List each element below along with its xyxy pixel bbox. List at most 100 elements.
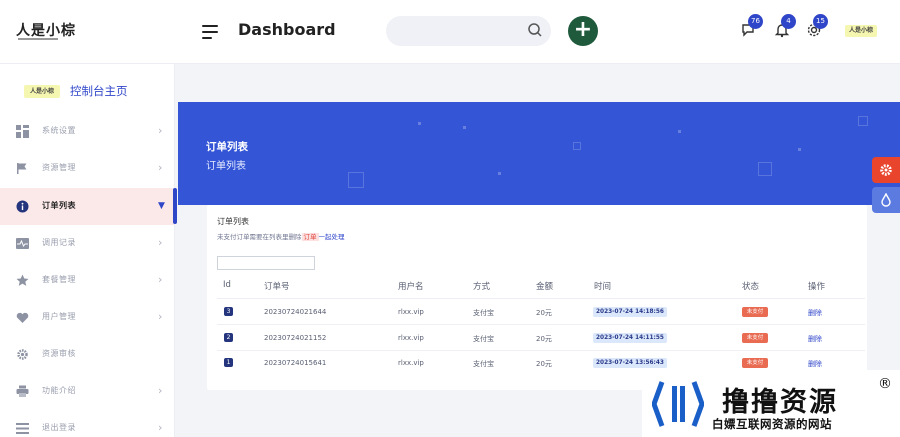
sidebar-scrollbar[interactable] bbox=[173, 188, 177, 224]
column-header-time: 时间 bbox=[594, 282, 612, 292]
decor-square bbox=[758, 162, 772, 176]
row-amount: 20元 bbox=[536, 360, 552, 368]
sidebar-item-label: 套餐管理 bbox=[42, 275, 76, 284]
sidebar-item-label: 资源审核 bbox=[42, 349, 76, 358]
column-header-username: 用户名 bbox=[398, 282, 424, 292]
decor-square bbox=[348, 172, 364, 188]
chevron-down-icon: ▼ bbox=[158, 201, 165, 211]
sidebar-item-orders[interactable]: 订单列表 ▼ bbox=[0, 188, 175, 225]
menu-icon bbox=[16, 423, 29, 434]
watermark: 撸撸资源 ® 白嫖互联网资源的网站 bbox=[642, 370, 900, 437]
chevron-right-icon: › bbox=[158, 310, 163, 323]
watermark-subtitle: 白嫖互联网资源的网站 bbox=[712, 417, 832, 431]
message-badge: 76 bbox=[748, 14, 763, 29]
search-icon[interactable] bbox=[527, 22, 543, 38]
sidebar-item-label: 订单列表 bbox=[42, 201, 76, 210]
sidebar-item-system-settings[interactable]: 系统设置 › bbox=[0, 113, 175, 150]
table-filter-input[interactable] bbox=[217, 256, 315, 270]
chevron-right-icon: › bbox=[158, 161, 163, 174]
top-bar: 人是小棕 Dashboard + 76 4 15 人是小棕 bbox=[0, 0, 900, 64]
banner-title: 订单列表 bbox=[206, 141, 248, 153]
row-method: 支付宝 bbox=[473, 360, 494, 368]
row-status-badge: 未支付 bbox=[742, 333, 768, 343]
gear-icon bbox=[17, 349, 28, 360]
row-status-badge: 未支付 bbox=[742, 307, 768, 317]
star-icon bbox=[16, 274, 29, 286]
grid-icon bbox=[16, 125, 29, 138]
row-method: 支付宝 bbox=[473, 309, 494, 317]
decor-dot bbox=[798, 148, 801, 151]
droplet-icon bbox=[881, 192, 891, 207]
brand-logo-underline bbox=[18, 38, 58, 40]
watermark-registered-mark: ® bbox=[878, 376, 892, 392]
info-icon bbox=[16, 200, 29, 213]
console-home-link[interactable]: 人是小棕 控制台主页 bbox=[24, 82, 128, 100]
decor-dot bbox=[678, 130, 681, 133]
sidebar-item-resources[interactable]: 资源管理 › bbox=[0, 150, 175, 187]
console-logo: 人是小棕 bbox=[24, 84, 60, 98]
row-id-badge: 2 bbox=[224, 333, 233, 342]
console-home-label: 控制台主页 bbox=[70, 84, 128, 98]
printer-icon bbox=[16, 385, 29, 397]
table-divider bbox=[217, 298, 865, 299]
card-title: 订单列表 bbox=[217, 217, 249, 226]
column-header-status: 状态 bbox=[742, 282, 760, 292]
sidebar-item-label: 退出登录 bbox=[42, 423, 76, 432]
sidebar-item-features[interactable]: 功能介绍 › bbox=[0, 373, 175, 410]
page-title: Dashboard bbox=[238, 20, 336, 39]
chevron-right-icon: › bbox=[158, 236, 163, 249]
row-amount: 20元 bbox=[536, 309, 552, 317]
column-header-action: 操作 bbox=[808, 282, 826, 292]
watermark-title: 撸撸资源 bbox=[722, 387, 838, 418]
decor-dot bbox=[498, 172, 501, 175]
row-username: rlxx.vip bbox=[398, 359, 424, 367]
row-username: rlxx.vip bbox=[398, 308, 424, 316]
row-id-badge: 3 bbox=[224, 307, 233, 316]
heart-icon bbox=[16, 312, 29, 323]
gear-icon bbox=[880, 164, 892, 176]
sidebar-item-logout[interactable]: 退出登录 › bbox=[0, 410, 175, 437]
pulse-icon bbox=[16, 238, 29, 249]
row-time-badge: 2023-07-24 14:18:56 bbox=[593, 307, 667, 317]
sidebar-item-label: 资源管理 bbox=[42, 163, 76, 172]
table-divider bbox=[217, 350, 865, 351]
brand-logo[interactable]: 人是小棕 bbox=[16, 20, 76, 40]
orders-card: 订单列表 未支付订单需要在列表里删除 订单 一起处理 Id 订单号 用户名 方式 金… bbox=[207, 205, 867, 390]
row-delete-link[interactable]: 删除 bbox=[808, 308, 822, 318]
add-button[interactable]: + bbox=[568, 16, 598, 46]
sidebar-item-label: 调用记录 bbox=[42, 238, 76, 247]
column-header-order-no: 订单号 bbox=[264, 282, 290, 292]
sidebar-item-call-logs[interactable]: 调用记录 › bbox=[0, 225, 175, 262]
notification-badge: 4 bbox=[781, 14, 796, 29]
watermark-logo-icon bbox=[652, 378, 704, 430]
avatar[interactable]: 人是小棕 bbox=[845, 25, 877, 37]
row-amount: 20元 bbox=[536, 335, 552, 343]
color-mode-button[interactable] bbox=[872, 187, 900, 213]
sidebar-item-packages[interactable]: 套餐管理 › bbox=[0, 262, 175, 299]
row-delete-link[interactable]: 删除 bbox=[808, 359, 822, 369]
row-time-badge: 2023-07-24 13:56:43 bbox=[593, 358, 667, 368]
note-link[interactable]: 一起处理 bbox=[319, 233, 345, 241]
chevron-right-icon: › bbox=[158, 273, 163, 286]
theme-settings-button[interactable] bbox=[872, 157, 900, 183]
sidebar-item-label: 系统设置 bbox=[42, 126, 76, 135]
row-order-no: 20230724021644 bbox=[264, 308, 327, 316]
decor-dot bbox=[418, 122, 421, 125]
sidebar-item-label: 功能介绍 bbox=[42, 386, 76, 395]
page-header-banner: 订单列表 订单列表 bbox=[178, 102, 900, 205]
app-root: 人是小棕 Dashboard + 76 4 15 人是小棕 人是小棕 控制台主页… bbox=[0, 0, 900, 437]
chevron-right-icon: › bbox=[158, 124, 163, 137]
row-delete-link[interactable]: 删除 bbox=[808, 334, 822, 344]
column-header-amount: 金额 bbox=[536, 282, 554, 292]
decor-square bbox=[858, 116, 868, 126]
chevron-right-icon: › bbox=[158, 421, 163, 434]
table-divider bbox=[217, 324, 865, 325]
sidebar-item-users[interactable]: 用户管理 › bbox=[0, 299, 175, 336]
row-status-badge: 未支付 bbox=[742, 358, 768, 368]
card-note: 未支付订单需要在列表里删除 订单 一起处理 bbox=[217, 231, 345, 241]
decor-dot bbox=[463, 126, 466, 129]
menu-toggle-icon[interactable] bbox=[202, 25, 218, 39]
settings-badge: 15 bbox=[813, 14, 828, 29]
decor-square bbox=[573, 142, 581, 150]
sidebar-item-review[interactable]: 资源审核 bbox=[0, 336, 175, 373]
